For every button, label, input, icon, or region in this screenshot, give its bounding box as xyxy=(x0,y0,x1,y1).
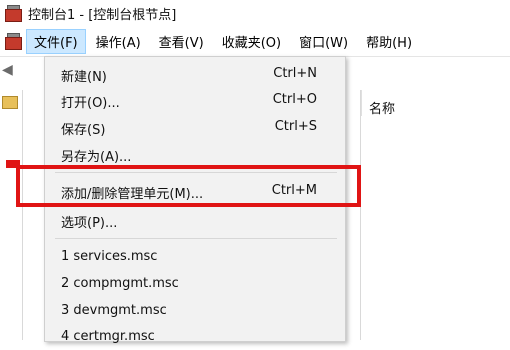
menu-item-label: 打开(O)... xyxy=(61,96,120,111)
console-tree-pane xyxy=(0,90,23,340)
menu-item-recent-4[interactable]: 4 certmgr.msc xyxy=(45,324,345,350)
menu-file[interactable]: 文件(F) xyxy=(26,28,86,54)
menu-help[interactable]: 帮助(H) xyxy=(358,29,420,54)
folder-icon[interactable] xyxy=(2,96,18,109)
column-divider xyxy=(361,90,362,116)
menu-item-label: 新建(N) xyxy=(61,70,107,85)
menu-item-recent-3[interactable]: 3 devmgmt.msc xyxy=(45,298,345,324)
menu-bar: 文件(F) 操作(A) 查看(V) 收藏夹(O) 窗口(W) 帮助(H) xyxy=(0,28,510,54)
menu-item-open[interactable]: 打开(O)... Ctrl+O xyxy=(45,87,345,113)
menu-window[interactable]: 窗口(W) xyxy=(291,29,356,54)
menu-item-options[interactable]: 选项(P)... xyxy=(45,207,345,233)
title-bar: 控制台1 - [控制台根节点] xyxy=(0,0,510,26)
menu-item-shortcut: Ctrl+S xyxy=(274,119,317,134)
toolbox-icon xyxy=(4,4,22,22)
menu-item-shortcut: Ctrl+O xyxy=(272,92,317,107)
menu-item-recent-1[interactable]: 1 services.msc xyxy=(45,244,345,270)
menu-separator xyxy=(55,238,337,239)
results-pane: 名称 xyxy=(360,90,510,340)
menu-item-label: 1 services.msc xyxy=(61,249,158,264)
menu-item-label: 2 compmgmt.msc xyxy=(61,276,179,291)
back-arrow-icon[interactable]: ◀ xyxy=(2,63,16,77)
menu-item-label: 另存为(A)... xyxy=(61,150,132,165)
annotation-highlight-box xyxy=(16,165,361,207)
menu-favorites[interactable]: 收藏夹(O) xyxy=(214,29,289,54)
menu-action[interactable]: 操作(A) xyxy=(88,29,149,54)
system-menu-icon[interactable] xyxy=(4,32,22,50)
menu-view[interactable]: 查看(V) xyxy=(151,29,212,54)
column-header-name[interactable]: 名称 xyxy=(369,98,395,117)
menu-item-recent-2[interactable]: 2 compmgmt.msc xyxy=(45,271,345,297)
menu-item-label: 选项(P)... xyxy=(61,216,118,231)
menu-item-label: 3 devmgmt.msc xyxy=(61,303,167,318)
menu-item-save[interactable]: 保存(S) Ctrl+S xyxy=(45,114,345,140)
window-title: 控制台1 - [控制台根节点] xyxy=(28,7,177,23)
menu-item-label: 保存(S) xyxy=(61,123,106,138)
menu-item-new[interactable]: 新建(N) Ctrl+N xyxy=(45,61,345,87)
menu-item-shortcut: Ctrl+N xyxy=(273,66,317,81)
menu-item-save-as[interactable]: 另存为(A)... xyxy=(45,141,345,167)
menu-item-label: 4 certmgr.msc xyxy=(61,329,155,344)
